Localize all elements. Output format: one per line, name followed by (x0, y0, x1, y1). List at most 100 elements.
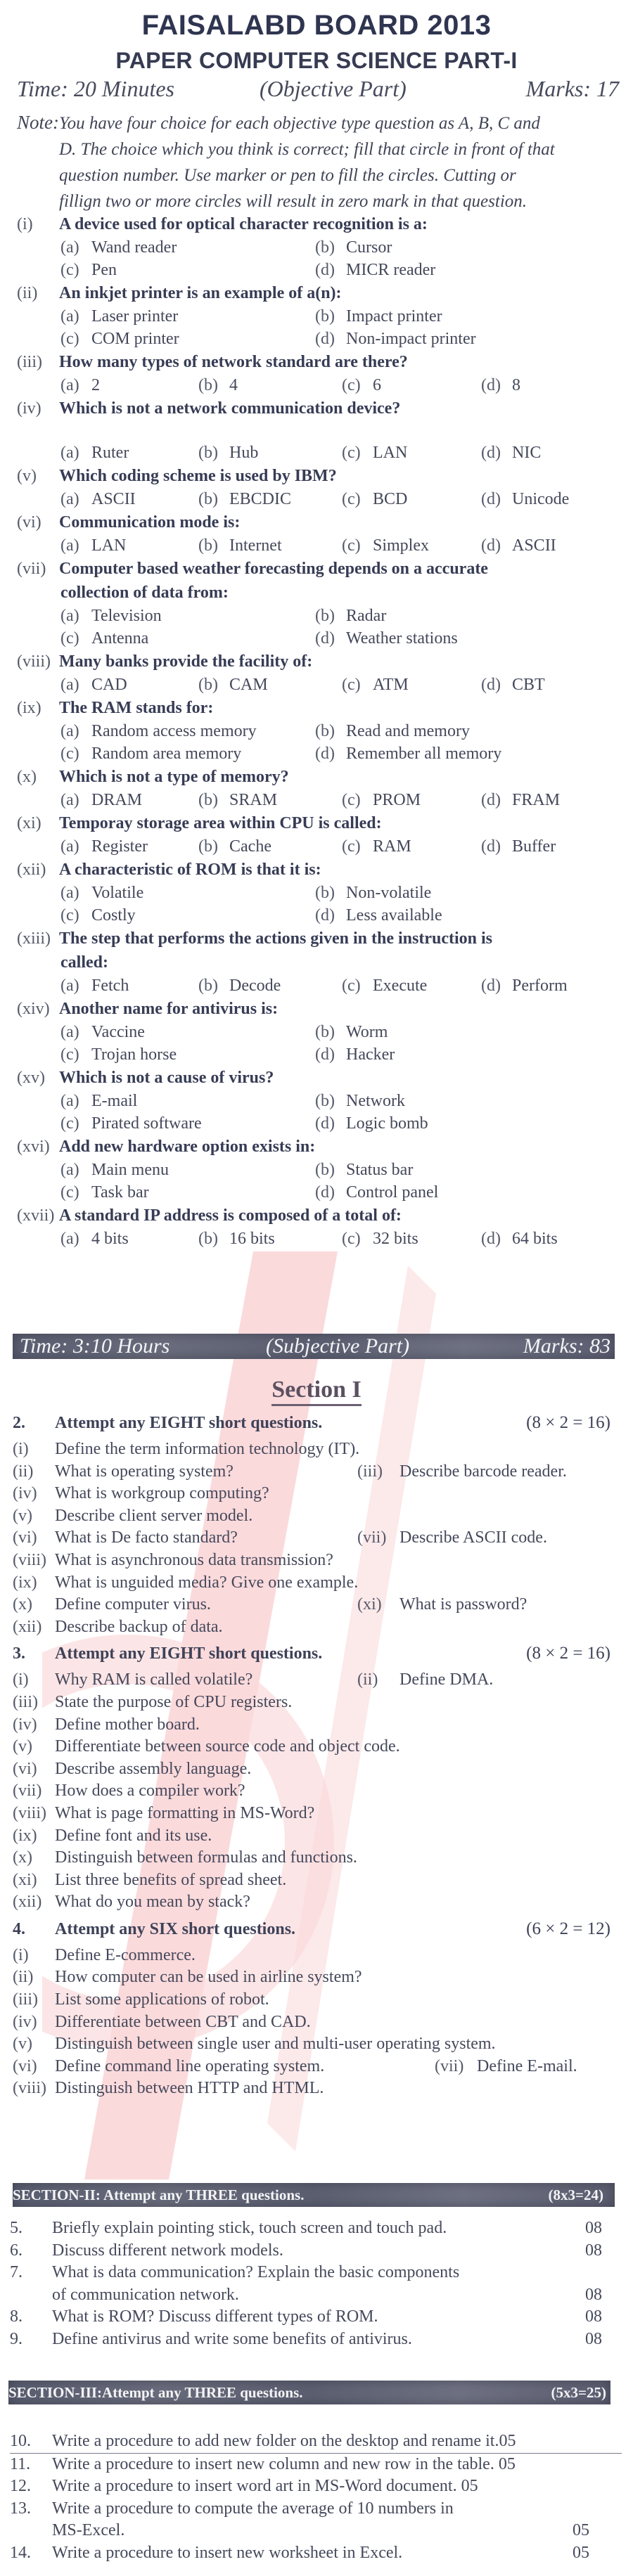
option-letter: (a) (60, 676, 79, 694)
question-number: 6. (10, 2241, 23, 2260)
question-number: 8. (10, 2307, 23, 2326)
option: (c) 6 (342, 374, 381, 397)
option-letter: (b) (315, 307, 335, 326)
option-text: Weather stations (346, 629, 458, 648)
mcq-question: (iv) Which is not a network communication… (17, 397, 622, 464)
option: (b) Status bar (315, 1159, 413, 1181)
question-text: Define antivirus and write some benefits… (52, 2329, 412, 2348)
option: (d) 8 (481, 374, 520, 397)
option-letter: (d) (481, 376, 501, 394)
option-text: LAN (91, 536, 127, 555)
option: (d) Hacker (315, 1043, 395, 1066)
short-question-row: (i) Define the term information technolog… (13, 1438, 618, 1461)
option-text: 32 bits (373, 1230, 418, 1248)
short-question-row: (ix) Define font and its use. (13, 1825, 618, 1848)
option-letter: (a) (60, 1161, 79, 1179)
option-letter: (c) (60, 1045, 79, 1064)
option-text: Perform (512, 977, 568, 995)
part-number: (xi) (13, 1870, 37, 1889)
option-text: Hub (229, 444, 259, 462)
question-line: (iii) How many types of network standard … (17, 350, 622, 374)
options-row: (c) Costly (d) Less available (17, 904, 622, 927)
option-letter: (b) (198, 1230, 218, 1248)
option: (b) Impact printer (315, 305, 442, 328)
options-row: (c) Antenna (d) Weather stations (17, 627, 622, 650)
option-letter: (b) (198, 977, 218, 995)
note-label: Note: (17, 112, 59, 133)
options-row: (a) E-mail (b) Network (17, 1090, 622, 1112)
option-text: ATM (373, 676, 409, 694)
option-text: Random access memory (91, 722, 257, 740)
option-letter: (d) (481, 1230, 501, 1248)
part-text: Distinguish between single user and mult… (55, 2035, 496, 2054)
short-question-row: (v) Distinguish between single user and m… (13, 2033, 618, 2056)
question-marks: 08 (585, 2285, 602, 2304)
long-question-row: 7. What is data communication? Explain th… (10, 2262, 622, 2284)
mcq-question: (xi) Temporay storage area within CPU is … (17, 811, 622, 858)
option-text: EBCDIC (229, 490, 292, 508)
option-text: Ruter (91, 444, 129, 462)
option-text: Non-volatile (346, 884, 432, 902)
option-text: E-mail (91, 1092, 138, 1110)
part-text: Describe ASCII code. (399, 1528, 547, 1547)
question-text: Another name for antivirus is: (59, 1000, 279, 1018)
section-2-questions: 5. Briefly explain pointing stick, touch … (10, 2217, 622, 2350)
part-text: What is password? (399, 1595, 528, 1614)
option-letter: (a) (60, 722, 79, 740)
option: (a) Television (60, 605, 162, 627)
option-text: FRAM (512, 791, 561, 809)
option: (c) LAN (342, 442, 407, 464)
options-row: (a) DRAM (b) SRAM (c) PROM (d) FRAM (17, 789, 622, 811)
question-number: (xiii) (17, 929, 51, 948)
short-question-row: (viii) Distinguish between HTTP and HTML. (13, 2078, 618, 2100)
question-number: 9. (10, 2329, 23, 2348)
part-text: What is operating system? (55, 1462, 234, 1481)
option-text: Logic bomb (346, 1114, 428, 1133)
options-row: (a) ASCII (b) EBCDIC (c) BCD (d) Unicode (17, 488, 622, 510)
long-question-row: MS-Excel. 05 (10, 2520, 622, 2542)
part-number: (ii) (13, 1462, 34, 1481)
option-text: COM printer (91, 330, 179, 348)
part-text: Describe barcode reader. (399, 1462, 567, 1481)
options-row: (a) CAD (b) CAM (c) ATM (d) CBT (17, 674, 622, 696)
option-letter: (b) (198, 490, 218, 508)
option: (d) ASCII (481, 534, 556, 557)
option-text: Status bar (346, 1161, 414, 1179)
question-marks: 08 (585, 2329, 602, 2348)
option: (b) Cache (198, 835, 271, 858)
question-number: 2. (13, 1414, 25, 1432)
question-line: (v) Which coding scheme is used by IBM? (17, 464, 622, 488)
option-letter: (d) (481, 676, 501, 694)
question-number: (xi) (17, 814, 41, 832)
option-text: SRAM (229, 791, 278, 809)
mcq-question: (v) Which coding scheme is used by IBM? (a… (17, 464, 622, 510)
option-letter: (c) (60, 745, 79, 763)
part-number: (xii) (13, 1893, 42, 1912)
question-line: (xvi) Add new hardware option exists in: (17, 1135, 622, 1159)
options-row: (c) Task bar (d) Control panel (17, 1181, 622, 1204)
question-group-header: 3. Attempt any EIGHT short questions. (8 ×… (13, 1638, 618, 1669)
option-text: Trojan horse (91, 1045, 177, 1064)
option-letter: (b) (198, 536, 218, 555)
mcq-question: (xv) Which is not a cause of virus? (a) E-m… (17, 1066, 622, 1135)
question-line: (iv) Which is not a network communication… (17, 397, 622, 420)
subjective-time: Time: 3:10 Hours (20, 1334, 170, 1358)
section-3-questions: 10. Write a procedure to add new folder o… (10, 2430, 622, 2564)
option-text: Impact printer (346, 307, 442, 326)
question-text: Briefly explain pointing stick, touch sc… (52, 2219, 447, 2237)
mcq-question: (xvii) A standard IP address is composed … (17, 1204, 622, 1250)
part-text: What is De facto standard? (55, 1528, 238, 1547)
question-number: (iii) (17, 353, 42, 371)
part-number: (i) (13, 1945, 29, 1964)
option-letter: (b) (315, 238, 335, 257)
option-text: Costly (91, 906, 136, 925)
question-marks: 05 (573, 2521, 589, 2539)
short-question-row: (x) Distinguish between formulas and func… (13, 1847, 618, 1869)
question-text: MS-Excel. (52, 2521, 125, 2539)
part-number: (iii) (357, 1462, 383, 1481)
mcq-question: (ix) The RAM stands for: (a) Random access … (17, 696, 622, 765)
option-text: Non-impact printer (346, 330, 476, 348)
option: (a) Vaccine (60, 1021, 145, 1043)
part-text: Define font and its use. (55, 1826, 212, 1845)
short-question-row: (iv) Define mother board. (13, 1714, 618, 1737)
